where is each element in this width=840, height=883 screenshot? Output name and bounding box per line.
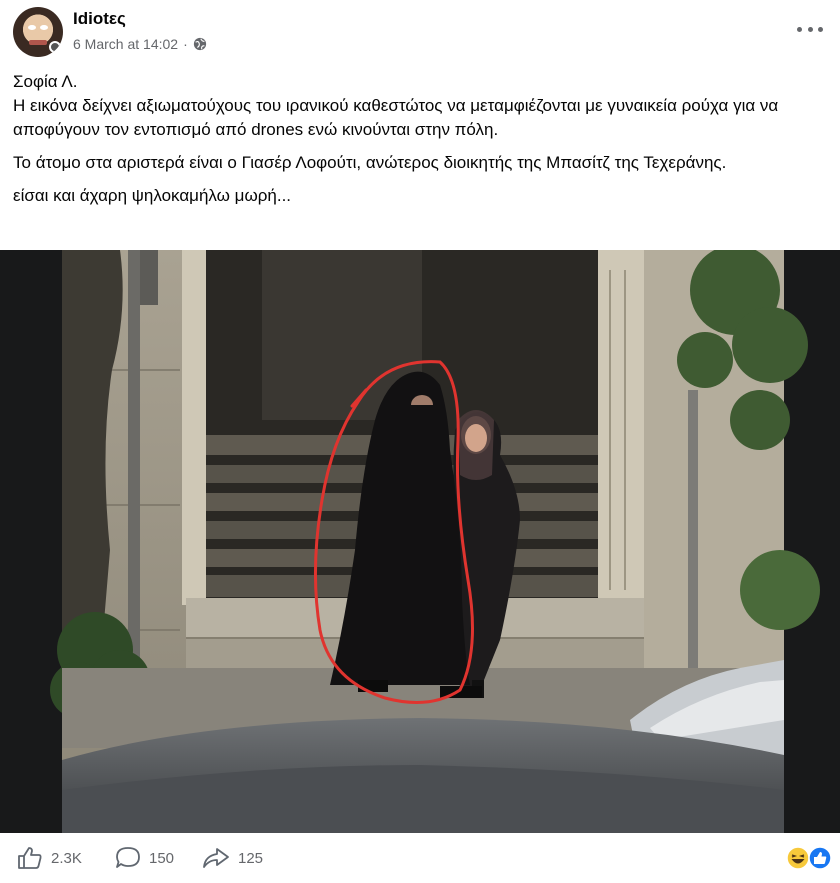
post-footer: 2.3K 150 125 bbox=[0, 833, 840, 883]
post-text-line: Σοφία Λ. bbox=[13, 72, 78, 91]
globe-icon bbox=[193, 37, 206, 51]
post-text-paragraph: είσαι και άχαρη ψηλοκαμήλω μωρή... bbox=[13, 186, 292, 205]
author-avatar[interactable] bbox=[13, 7, 63, 57]
share-action[interactable]: 125 bbox=[202, 845, 263, 871]
share-count: 125 bbox=[238, 849, 264, 867]
post-timestamp[interactable]: 6 March at 14:02 bbox=[73, 36, 178, 52]
post-text: Σοφία Λ. Η εικόνα δείχνει αξιωματούχους … bbox=[13, 70, 823, 208]
like-count: 2.3K bbox=[51, 849, 82, 867]
post-text-line: Η εικόνα δείχνει αξιωματούχους του ιρανι… bbox=[13, 96, 779, 139]
post-header: Idiotες 6 March at 14:02 · bbox=[0, 0, 840, 62]
comment-icon bbox=[116, 847, 140, 868]
haha-emoji-icon bbox=[786, 846, 810, 870]
author-name[interactable]: Idiotες bbox=[73, 9, 126, 29]
post-text-paragraph: Το άτομο στα αριστερά είναι ο Γιασέρ Λοφ… bbox=[13, 153, 727, 172]
thumbs-up-icon bbox=[18, 847, 42, 869]
facebook-post: Idiotες 6 March at 14:02 · Σοφία Λ. Η ει… bbox=[0, 0, 840, 883]
reaction-summary[interactable] bbox=[786, 846, 834, 870]
more-options-icon[interactable] bbox=[797, 18, 823, 40]
post-photo[interactable] bbox=[0, 250, 840, 833]
post-meta: 6 March at 14:02 · bbox=[73, 36, 207, 52]
comment-action[interactable]: 150 bbox=[115, 845, 174, 871]
meta-separator: · bbox=[183, 36, 188, 52]
comment-count: 150 bbox=[149, 849, 175, 867]
like-action[interactable]: 2.3K bbox=[17, 845, 82, 871]
like-reaction-icon bbox=[808, 846, 832, 870]
share-arrow-icon bbox=[203, 848, 229, 868]
